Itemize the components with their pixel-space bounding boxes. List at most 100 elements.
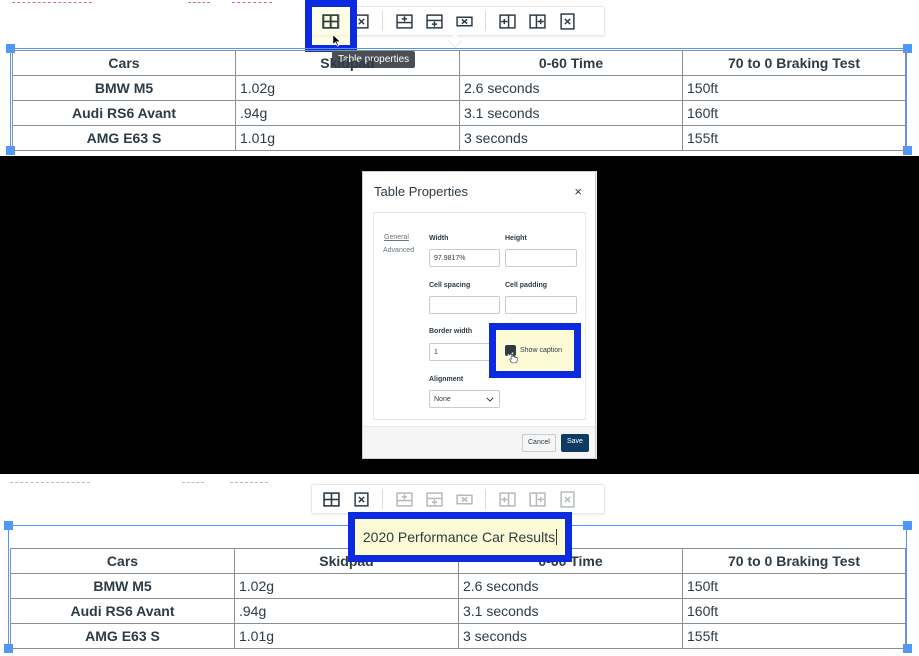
time-cell[interactable]: 2.6 seconds xyxy=(458,573,683,599)
car-cell[interactable]: AMG E63 S xyxy=(10,623,235,649)
table-properties-dialog: Table Properties × General Advanced Widt… xyxy=(362,171,596,459)
braking-cell[interactable]: 155ft xyxy=(682,623,906,649)
braking-cell[interactable]: 160ft xyxy=(682,100,906,126)
border-width-field[interactable]: 1 xyxy=(429,343,493,361)
delete-table-icon xyxy=(353,491,369,507)
skidpad-cell[interactable]: .94g xyxy=(235,100,460,126)
skidpad-cell[interactable]: 1.02g xyxy=(234,573,459,599)
cell-spacing-label: Cell spacing xyxy=(429,282,471,289)
time-cell[interactable]: 2.6 seconds xyxy=(459,75,683,101)
time-cell[interactable]: 3.1 seconds xyxy=(458,598,683,624)
table-caption[interactable]: 2020 Performance Car Results xyxy=(355,519,565,555)
insert-column-after-icon xyxy=(528,491,546,507)
delete-column-button[interactable] xyxy=(554,9,580,33)
delete-row-button[interactable] xyxy=(451,487,477,511)
insert-row-before-icon xyxy=(395,13,413,29)
alignment-label: Alignment xyxy=(429,376,464,383)
alignment-value: None xyxy=(434,396,451,403)
text-cursor xyxy=(556,529,558,545)
close-icon[interactable]: × xyxy=(574,184,582,199)
skidpad-cell[interactable]: 1.01g xyxy=(235,125,460,151)
toolbar-separator xyxy=(485,11,486,31)
insert-column-before-icon xyxy=(498,13,516,29)
resize-handle[interactable] xyxy=(903,521,912,530)
time-cell[interactable]: 3 seconds xyxy=(459,125,683,151)
skidpad-cell[interactable]: 1.02g xyxy=(235,75,460,101)
border-width-label: Border width xyxy=(429,328,473,335)
tab-general[interactable]: General xyxy=(384,234,409,241)
caption-text: 2020 Performance Car Results xyxy=(362,529,556,545)
skidpad-cell[interactable]: .94g xyxy=(234,598,459,624)
car-cell[interactable]: BMW M5 xyxy=(12,75,236,101)
insert-row-after-button[interactable] xyxy=(421,487,447,511)
cursor-hand-icon xyxy=(509,353,518,364)
save-button[interactable]: Save xyxy=(561,434,589,452)
resize-handle[interactable] xyxy=(4,521,13,530)
insert-column-before-button[interactable] xyxy=(494,487,520,511)
braking-cell[interactable]: 150ft xyxy=(682,573,906,599)
cell-spacing-field[interactable] xyxy=(429,296,500,314)
dialog-title: Table Properties xyxy=(374,184,468,199)
editor-text-remnant xyxy=(232,2,272,4)
insert-row-after-button[interactable] xyxy=(421,9,447,33)
height-field[interactable] xyxy=(505,249,577,267)
cell-padding-label: Cell padding xyxy=(505,282,547,289)
cancel-button[interactable]: Cancel xyxy=(522,434,556,452)
editor-text-remnant xyxy=(230,482,268,484)
header-cell[interactable]: 0-60 Time xyxy=(459,50,683,76)
delete-column-button[interactable] xyxy=(554,487,580,511)
header-cell[interactable]: 70 to 0 Braking Test xyxy=(682,50,906,76)
show-caption-label[interactable]: Show caption xyxy=(520,347,562,354)
insert-column-after-button[interactable] xyxy=(524,9,550,33)
braking-cell[interactable]: 155ft xyxy=(682,125,906,151)
insert-row-after-icon xyxy=(425,13,443,29)
table-properties-button[interactable] xyxy=(318,487,344,511)
skidpad-cell[interactable]: 1.01g xyxy=(234,623,459,649)
header-cell[interactable]: 70 to 0 Braking Test xyxy=(682,548,906,574)
car-cell[interactable]: Audi RS6 Avant xyxy=(10,598,235,624)
toolbar-separator xyxy=(382,11,383,31)
alignment-select[interactable]: None xyxy=(429,390,500,408)
header-cell[interactable]: Cars xyxy=(12,50,236,76)
width-label: Width xyxy=(429,235,449,242)
header-cell[interactable]: Skidpad xyxy=(235,50,460,76)
table-header-row: Cars Skidpad 0-60 Time 70 to 0 Braking T… xyxy=(12,50,906,76)
panel-divider-right xyxy=(597,156,919,459)
insert-row-before-button[interactable] xyxy=(391,9,417,33)
cell-padding-field[interactable] xyxy=(505,296,577,314)
braking-cell[interactable]: 160ft xyxy=(682,598,906,624)
insert-column-after-icon xyxy=(528,13,546,29)
tab-advanced[interactable]: Advanced xyxy=(383,247,414,254)
time-cell[interactable]: 3.1 seconds xyxy=(459,100,683,126)
table-row: BMW M5 1.02g 2.6 seconds 150ft xyxy=(10,573,906,599)
editor-text-remnant xyxy=(10,482,90,484)
header-cell[interactable]: Cars xyxy=(10,548,235,574)
delete-row-icon xyxy=(455,16,473,26)
braking-cell[interactable]: 150ft xyxy=(682,75,906,101)
cars-table[interactable]: Cars Skidpad 0-60 Time 70 to 0 Braking T… xyxy=(12,50,906,151)
chevron-down-icon xyxy=(486,397,494,402)
cars-table[interactable]: Cars Skidpad 0-60 Time 70 to 0 Braking T… xyxy=(10,548,906,649)
insert-column-before-button[interactable] xyxy=(494,9,520,33)
car-cell[interactable]: AMG E63 S xyxy=(12,125,236,151)
editor-text-remnant xyxy=(12,2,92,4)
cursor-arrow-icon xyxy=(332,34,342,47)
editor-text-remnant xyxy=(182,482,204,484)
table-properties-icon xyxy=(322,14,339,29)
delete-row-button[interactable] xyxy=(451,9,477,33)
insert-row-before-button[interactable] xyxy=(391,487,417,511)
time-cell[interactable]: 3 seconds xyxy=(458,623,683,649)
panel-divider xyxy=(0,459,919,474)
insert-column-before-icon xyxy=(498,491,516,507)
insert-row-after-icon xyxy=(425,491,443,507)
table-row: AMG E63 S 1.01g 3 seconds 155ft xyxy=(10,623,906,649)
toolbar-separator xyxy=(382,489,383,509)
insert-column-after-button[interactable] xyxy=(524,487,550,511)
delete-column-icon xyxy=(559,12,575,30)
panel-divider-left xyxy=(0,156,362,459)
delete-table-button[interactable] xyxy=(348,487,374,511)
car-cell[interactable]: Audi RS6 Avant xyxy=(12,100,236,126)
width-field[interactable]: 97.9817% xyxy=(429,249,500,267)
table-row: AMG E63 S 1.01g 3 seconds 155ft xyxy=(12,125,906,151)
car-cell[interactable]: BMW M5 xyxy=(10,573,235,599)
